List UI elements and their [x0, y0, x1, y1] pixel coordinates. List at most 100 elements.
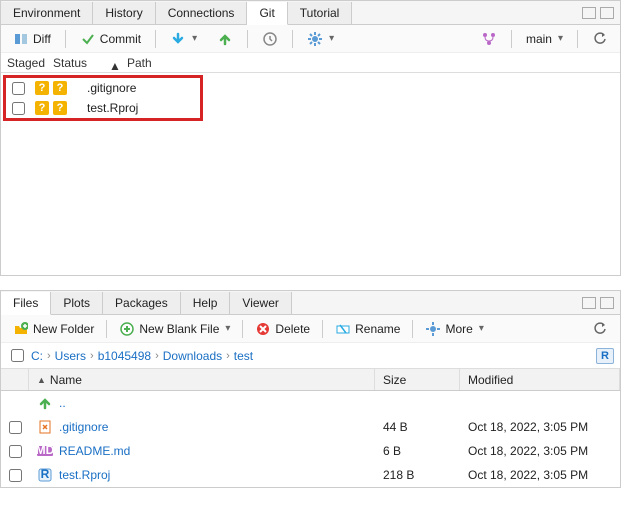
chevron-right-icon: › [90, 350, 94, 362]
diff-icon [13, 31, 29, 47]
tab-help[interactable]: Help [181, 292, 231, 314]
file-row[interactable]: .gitignore 44 B Oct 18, 2022, 3:05 PM [1, 415, 620, 439]
file-name[interactable]: test.Rproj [59, 468, 110, 482]
chevron-right-icon: › [226, 350, 230, 362]
crumb[interactable]: b1045498 [98, 349, 151, 363]
dropdown-icon: ▾ [225, 323, 230, 334]
col-name-label: Name [50, 373, 82, 387]
pull-button[interactable]: ▾ [164, 29, 203, 49]
row-checkbox[interactable] [9, 469, 22, 482]
col-status[interactable]: Status [53, 56, 103, 70]
dropdown-icon: ▾ [192, 33, 197, 44]
refresh-files-button[interactable] [586, 319, 614, 339]
svg-text:R: R [41, 468, 50, 481]
new-blank-file-button[interactable]: New Blank File ▾ [113, 319, 236, 339]
files-toolbar: New Folder New Blank File ▾ Delete Renam… [1, 315, 620, 343]
minimize-pane-button[interactable] [582, 7, 596, 19]
delete-label: Delete [275, 322, 310, 336]
more-files-button[interactable]: More ▾ [419, 319, 489, 339]
git-row[interactable]: ? ? .gitignore [6, 78, 200, 98]
git-toolbar: Diff Commit ▾ [1, 25, 620, 53]
history-button[interactable] [256, 29, 284, 49]
files-pane: Files Plots Packages Help Viewer New Fol… [0, 290, 621, 488]
file-modified: Oct 18, 2022, 3:05 PM [460, 420, 620, 434]
chevron-right-icon: › [47, 350, 51, 362]
row-checkbox[interactable] [9, 421, 22, 434]
row-checkbox[interactable] [9, 445, 22, 458]
stage-checkbox[interactable] [12, 102, 25, 115]
col-path-label: Path [127, 56, 152, 70]
col-size[interactable]: Size [375, 369, 460, 390]
refresh-icon [592, 31, 608, 47]
tab-viewer[interactable]: Viewer [230, 292, 291, 314]
up-arrow-icon [37, 395, 53, 411]
col-path[interactable]: ▲ Path [103, 56, 620, 70]
gear-icon [425, 321, 441, 337]
branch-select[interactable]: main ▾ [520, 30, 569, 48]
file-name[interactable]: .gitignore [59, 420, 108, 434]
tab-environment[interactable]: Environment [1, 2, 93, 24]
stage-checkbox[interactable] [12, 82, 25, 95]
tab-connections[interactable]: Connections [156, 2, 248, 24]
md-file-icon: MD [37, 443, 53, 459]
crumb[interactable]: C: [31, 349, 43, 363]
col-name[interactable]: ▲Name [29, 369, 375, 390]
file-name[interactable]: README.md [59, 444, 130, 458]
svg-text:MD: MD [37, 444, 53, 457]
pane-window-controls [582, 297, 620, 309]
folder-plus-icon [13, 321, 29, 337]
file-modified: Oct 18, 2022, 3:05 PM [460, 468, 620, 482]
highlighted-rows: ? ? .gitignore ? ? test.Rproj [3, 75, 203, 121]
more-git-button[interactable]: ▾ [301, 29, 340, 49]
tab-packages[interactable]: Packages [103, 292, 181, 314]
file-row[interactable]: MD README.md 6 B Oct 18, 2022, 3:05 PM [1, 439, 620, 463]
rename-button[interactable]: Rename [329, 319, 406, 339]
file-row-up[interactable]: .. [1, 391, 620, 415]
crumb[interactable]: test [234, 349, 253, 363]
file-row[interactable]: R test.Rproj 218 B Oct 18, 2022, 3:05 PM [1, 463, 620, 487]
clock-icon [262, 31, 278, 47]
breadcrumb: C:› Users› b1045498› Downloads› test R [1, 343, 620, 369]
delete-button[interactable]: Delete [249, 319, 316, 339]
file-list: .. .gitignore 44 B Oct 18, 2022, 3:05 PM… [1, 391, 620, 487]
select-all-checkbox[interactable] [11, 349, 24, 362]
git-file-name: .gitignore [87, 81, 136, 95]
status-unknown-icon: ? [35, 81, 49, 95]
file-columns-header: ▲Name Size Modified [1, 369, 620, 391]
minimize-pane-button[interactable] [582, 297, 596, 309]
diff-label: Diff [33, 32, 51, 46]
tab-tutorial[interactable]: Tutorial [288, 2, 353, 24]
rename-label: Rename [355, 322, 400, 336]
maximize-pane-button[interactable] [600, 7, 614, 19]
file-plus-icon [119, 321, 135, 337]
file-size: 44 B [375, 420, 460, 434]
status-unknown-icon: ? [53, 101, 67, 115]
crumb[interactable]: Users [55, 349, 86, 363]
new-blank-label: New Blank File [139, 322, 219, 336]
rproj-file-icon: R [37, 467, 53, 483]
rproj-badge[interactable]: R [596, 348, 614, 364]
bottom-tabbar: Files Plots Packages Help Viewer [1, 291, 620, 315]
col-modified[interactable]: Modified [460, 369, 620, 390]
tab-history[interactable]: History [93, 2, 155, 24]
pane-window-controls [582, 7, 620, 19]
dropdown-icon: ▾ [329, 33, 334, 44]
maximize-pane-button[interactable] [600, 297, 614, 309]
git-row[interactable]: ? ? test.Rproj [6, 98, 200, 118]
gear-icon [307, 31, 323, 47]
diff-button[interactable]: Diff [7, 29, 57, 49]
commit-button[interactable]: Commit [74, 29, 147, 49]
refresh-button[interactable] [586, 29, 614, 49]
file-size: 218 B [375, 468, 460, 482]
tab-plots[interactable]: Plots [51, 292, 103, 314]
crumb[interactable]: Downloads [163, 349, 222, 363]
tab-files[interactable]: Files [1, 292, 51, 315]
file-size: 6 B [375, 444, 460, 458]
push-button[interactable] [211, 29, 239, 49]
more-label: More [445, 322, 472, 336]
file-name[interactable]: .. [59, 396, 66, 410]
col-staged[interactable]: Staged [7, 56, 53, 70]
branch-graph-button[interactable] [475, 29, 503, 49]
new-folder-button[interactable]: New Folder [7, 319, 100, 339]
tab-git[interactable]: Git [247, 2, 287, 25]
